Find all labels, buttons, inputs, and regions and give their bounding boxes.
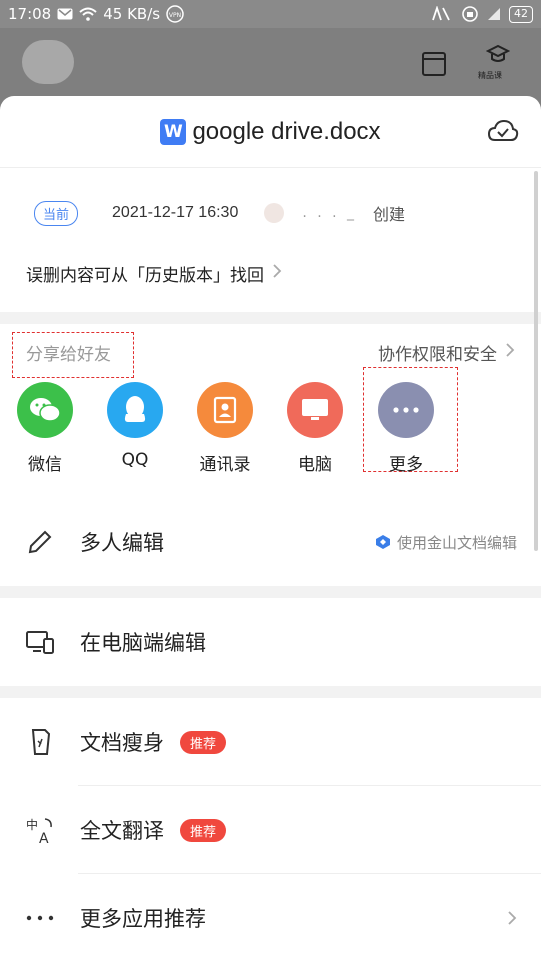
kingsoft-docs-link[interactable]: 使用金山文档编辑	[375, 532, 517, 553]
section-divider	[0, 312, 541, 324]
monitor-icon	[287, 382, 343, 438]
sheet-header: W google drive.docx	[0, 96, 541, 168]
share-label: 微信	[28, 455, 62, 475]
cloud-synced-icon[interactable]	[487, 118, 519, 146]
more-dots-icon	[378, 382, 434, 438]
recommend-badge: 推荐	[180, 818, 227, 842]
desktop-device-icon	[24, 626, 56, 658]
permission-security-link[interactable]: 协作权限和安全	[378, 340, 515, 365]
menu-label: 更多应用推荐	[80, 907, 206, 931]
created-label: 创建	[373, 205, 406, 224]
avatar	[22, 40, 74, 84]
window-icon	[420, 50, 448, 78]
current-version-row: 当前 2021-12-17 16:30 . . . _ 创建	[0, 168, 541, 248]
share-targets: 微信 QQ 通讯录 电脑 更多	[0, 367, 541, 498]
kingsoft-docs-icon	[375, 535, 390, 549]
document-title: google drive.docx	[192, 117, 381, 145]
contacts-icon	[197, 382, 253, 438]
menu-label: 全文翻译	[80, 819, 164, 843]
share-label: 更多	[389, 455, 423, 475]
share-label: 通讯录	[199, 455, 251, 475]
share-label: QQ	[121, 450, 149, 470]
chevron-right-icon	[505, 342, 515, 362]
share-header: 分享给好友 协作权限和安全	[0, 324, 541, 380]
share-more[interactable]: 更多	[366, 382, 446, 475]
alarm-icon	[461, 5, 479, 23]
menu-label: 文档瘦身	[80, 731, 164, 755]
vpn-label: VPN	[169, 12, 181, 19]
mail-icon	[57, 8, 73, 20]
menu-more-apps[interactable]: 更多应用推荐	[0, 874, 541, 962]
vpn-icon: VPN	[166, 5, 184, 23]
wifi-icon	[79, 7, 97, 21]
permission-link-label: 协作权限和安全	[378, 344, 497, 365]
wechat-icon	[17, 382, 73, 438]
premium-course-label: 精品课	[478, 71, 502, 80]
menu-label: 多人编辑	[80, 531, 164, 555]
battery-indicator: 42	[509, 5, 533, 23]
network-speed: 45 KB/s	[103, 5, 161, 23]
share-wechat[interactable]: 微信	[5, 382, 85, 475]
share-contacts[interactable]: 通讯录	[185, 382, 265, 475]
more-horizontal-icon	[24, 902, 56, 934]
chevron-right-icon	[507, 910, 517, 926]
background-app-bar: 精品课	[0, 28, 541, 96]
share-title-highlight	[12, 332, 134, 378]
current-badge: 当前	[34, 200, 79, 226]
qq-icon	[107, 382, 163, 438]
svg-text:A: A	[39, 831, 49, 845]
kingsoft-docs-label: 使用金山文档编辑	[396, 533, 517, 552]
history-text: 误删内容可从「历史版本」找回	[26, 265, 264, 286]
pencil-icon	[24, 526, 56, 558]
share-label: 电脑	[298, 455, 332, 475]
translate-icon: 中A	[24, 814, 56, 846]
share-qq[interactable]: QQ	[95, 382, 175, 470]
version-timestamp: 2021-12-17 16:30	[112, 204, 239, 221]
author-name: . . . _	[302, 205, 358, 221]
share-computer[interactable]: 电脑	[275, 382, 355, 475]
menu-pc-edit[interactable]: 在电脑端编辑	[0, 598, 541, 686]
menu-multi-edit[interactable]: 多人编辑 使用金山文档编辑	[0, 498, 541, 586]
signal-icon	[487, 7, 501, 21]
menu-translate[interactable]: 中A 全文翻译 推荐	[0, 786, 541, 874]
history-version-link[interactable]: 误删内容可从「历史版本」找回	[0, 248, 541, 298]
section-divider	[0, 686, 541, 698]
status-time: 17:08	[8, 5, 52, 23]
document-action-sheet: W google drive.docx 当前 2021-12-17 16:30 …	[0, 96, 541, 962]
section-divider	[0, 586, 541, 598]
recommend-badge: 推荐	[180, 730, 227, 754]
author-avatar	[264, 203, 285, 223]
nfc-icon	[431, 6, 453, 22]
menu-label: 在电脑端编辑	[80, 631, 206, 655]
document-slim-icon	[24, 726, 56, 758]
graduation-cap-icon	[485, 44, 514, 72]
svg-text:中: 中	[26, 817, 38, 832]
word-doc-icon: W	[160, 118, 187, 145]
chevron-right-icon	[272, 263, 282, 283]
menu-doc-slim[interactable]: 文档瘦身 推荐	[0, 698, 541, 786]
status-bar: 17:08 45 KB/s VPN 42	[0, 0, 541, 28]
